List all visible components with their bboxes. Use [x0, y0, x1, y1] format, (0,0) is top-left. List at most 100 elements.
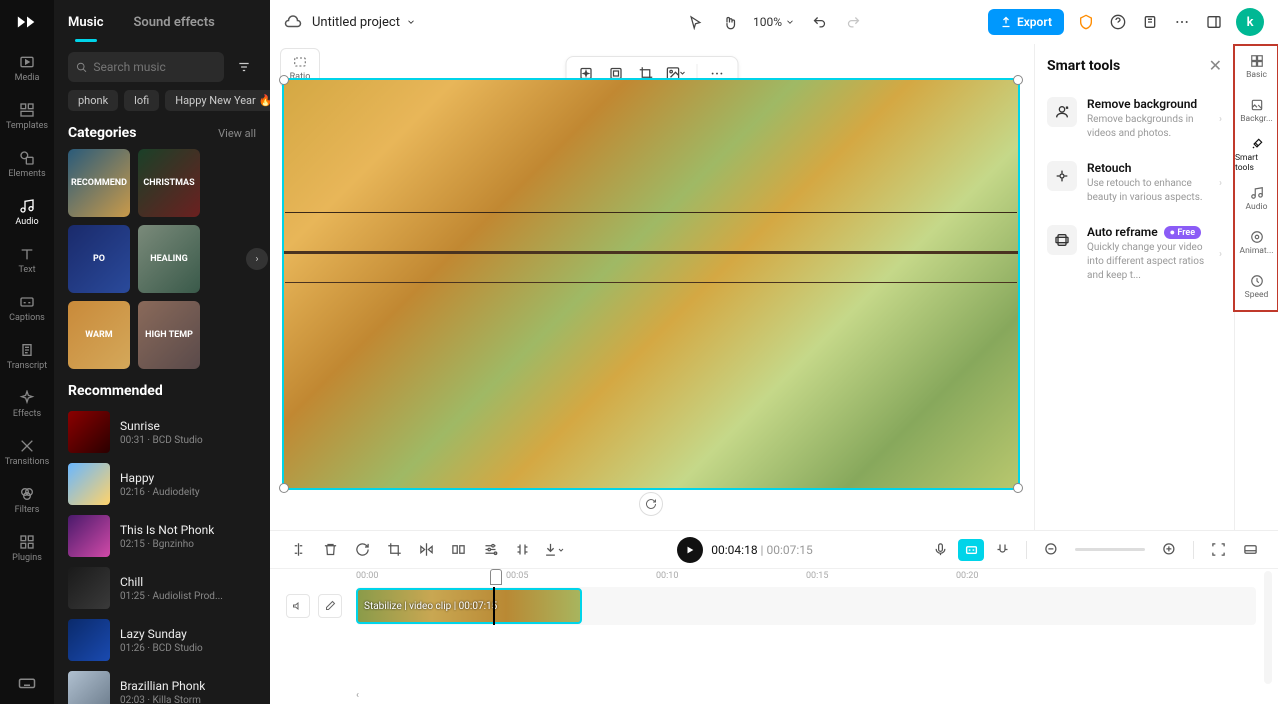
- rail-filters[interactable]: Filters: [0, 476, 54, 524]
- panel-toggle-icon[interactable]: [1204, 12, 1224, 32]
- music-panel: Music Sound effects phonk lofi Happy New…: [54, 0, 270, 704]
- retouch[interactable]: RetouchUse retouch to enhance beauty in …: [1047, 151, 1222, 215]
- resize-handle-br[interactable]: [1013, 483, 1023, 493]
- timeline-toolbar: 00:04:18 | 00:07:15: [270, 531, 1278, 569]
- smart-tools-title: Smart tools: [1047, 58, 1120, 74]
- video-clip[interactable]: Stabilize | video clip | 00:07:15: [356, 588, 582, 624]
- zoom-slider[interactable]: [1075, 548, 1145, 551]
- zoom-display[interactable]: 100%: [753, 15, 795, 29]
- cat-pop[interactable]: PO: [68, 225, 130, 293]
- rail-captions[interactable]: Captions: [0, 284, 54, 332]
- cat-recommend[interactable]: RECOMMEND: [68, 149, 130, 217]
- track-item[interactable]: Brazillian Phonk02:03 · Killa Storm: [68, 671, 256, 704]
- cat-high-temp[interactable]: HIGH TEMP: [138, 301, 200, 369]
- timeline-tracks: Stabilize | video clip | 00:07:15: [280, 587, 1256, 625]
- filter-button[interactable]: [232, 52, 256, 82]
- fit-button[interactable]: [1204, 536, 1232, 564]
- rail-audio[interactable]: Audio: [0, 188, 54, 236]
- highlight-box: [1233, 44, 1278, 312]
- track-item[interactable]: Happy02:16 · Audiodeity: [68, 463, 256, 505]
- category-grid: RECOMMEND CHRISTMAS PO HEALING WARM HIGH…: [54, 149, 270, 369]
- left-rail: Media Templates Elements Audio Text Capt…: [0, 0, 54, 704]
- rail-elements[interactable]: Elements: [0, 140, 54, 188]
- mute-button[interactable]: [286, 594, 310, 618]
- redo-button[interactable]: [843, 12, 863, 32]
- download-icon[interactable]: [1140, 12, 1160, 32]
- flip-button[interactable]: [444, 536, 472, 564]
- adjust-button[interactable]: [476, 536, 504, 564]
- zoom-in-button[interactable]: [1155, 536, 1183, 564]
- cat-warm[interactable]: WARM: [68, 301, 130, 369]
- cat-healing[interactable]: HEALING: [138, 225, 200, 293]
- hand-tool[interactable]: [719, 12, 739, 32]
- search-box[interactable]: [68, 52, 224, 82]
- split-button[interactable]: [284, 536, 312, 564]
- chevron-down-icon: [406, 17, 416, 27]
- more-icon[interactable]: [1172, 12, 1192, 32]
- smart-tools-panel: Smart tools ✕ Remove backgroundRemove ba…: [1034, 44, 1234, 530]
- timeline: 00:04:18 | 00:07:15 00:00 00:05 00:10 00…: [270, 530, 1278, 704]
- resize-handle-bl[interactable]: [279, 483, 289, 493]
- delete-button[interactable]: [316, 536, 344, 564]
- rail-plugins[interactable]: Plugins: [0, 524, 54, 572]
- rail-media[interactable]: Media: [0, 44, 54, 92]
- free-badge: ● Free: [1164, 226, 1201, 239]
- view-all-link[interactable]: View all: [218, 127, 256, 140]
- freeze-button[interactable]: [508, 536, 536, 564]
- cat-christmas[interactable]: CHRISTMAS: [138, 149, 200, 217]
- cloud-icon[interactable]: [284, 13, 302, 31]
- track-item[interactable]: Lazy Sunday01:26 · BCD Studio: [68, 619, 256, 661]
- crop-button[interactable]: [380, 536, 408, 564]
- rotate-handle[interactable]: [639, 492, 663, 516]
- project-title[interactable]: Untitled project: [312, 15, 416, 30]
- help-icon[interactable]: [1108, 12, 1128, 32]
- app-logo[interactable]: [0, 0, 54, 44]
- shield-icon[interactable]: [1076, 12, 1096, 32]
- magnet-button[interactable]: [988, 536, 1016, 564]
- rail-keyboard[interactable]: [0, 674, 54, 692]
- chip-lofi[interactable]: lofi: [124, 90, 159, 111]
- resize-handle-tr[interactable]: [1013, 75, 1023, 85]
- auto-captions-button[interactable]: [958, 539, 984, 561]
- rail-text[interactable]: Text: [0, 236, 54, 284]
- category-next[interactable]: ›: [246, 248, 268, 270]
- tab-music[interactable]: Music: [68, 15, 103, 30]
- mirror-button[interactable]: [412, 536, 440, 564]
- auto-reframe[interactable]: Auto reframe● FreeQuickly change your vi…: [1047, 215, 1222, 293]
- preview-toggle-button[interactable]: [1236, 536, 1264, 564]
- chip-happy-new-year[interactable]: Happy New Year 🔥: [165, 90, 270, 111]
- rotate-button[interactable]: [348, 536, 376, 564]
- retouch-icon: [1047, 161, 1077, 191]
- undo-button[interactable]: [809, 12, 829, 32]
- categories-title: Categories: [68, 125, 136, 141]
- search-icon: [76, 61, 87, 74]
- track-item[interactable]: This Is Not Phonk02:15 · Bgnzinho: [68, 515, 256, 557]
- play-button[interactable]: [677, 537, 703, 563]
- export-button[interactable]: Export: [988, 9, 1064, 35]
- zoom-out-button[interactable]: [1037, 536, 1065, 564]
- remove-background[interactable]: Remove backgroundRemove backgrounds in v…: [1047, 87, 1222, 151]
- pointer-tool[interactable]: [685, 12, 705, 32]
- canvas-area: Ratio: [270, 44, 1033, 530]
- chip-phonk[interactable]: phonk: [68, 90, 118, 111]
- time-display: 00:04:18 | 00:07:15: [711, 543, 812, 557]
- avatar[interactable]: k: [1236, 8, 1264, 36]
- playhead[interactable]: [493, 587, 495, 625]
- rail-templates[interactable]: Templates: [0, 92, 54, 140]
- video-track[interactable]: Stabilize | video clip | 00:07:15: [356, 587, 1256, 625]
- search-input[interactable]: [93, 60, 216, 74]
- preview-canvas[interactable]: [282, 78, 1020, 490]
- rail-effects[interactable]: Effects: [0, 380, 54, 428]
- timeline-scrollbar-h[interactable]: ‹: [356, 690, 1256, 700]
- track-item[interactable]: Sunrise00:31 · BCD Studio: [68, 411, 256, 453]
- timeline-scrollbar-v[interactable]: [1264, 571, 1272, 684]
- rail-transcript[interactable]: Transcript: [0, 332, 54, 380]
- close-icon[interactable]: ✕: [1209, 56, 1222, 75]
- tab-sound-effects[interactable]: Sound effects: [133, 15, 214, 30]
- mic-button[interactable]: [926, 536, 954, 564]
- edit-track-button[interactable]: [318, 594, 342, 618]
- download-button[interactable]: [540, 536, 568, 564]
- track-item[interactable]: Chill01:25 · Audiolist Prod...: [68, 567, 256, 609]
- rail-transitions[interactable]: Transitions: [0, 428, 54, 476]
- resize-handle-tl[interactable]: [279, 75, 289, 85]
